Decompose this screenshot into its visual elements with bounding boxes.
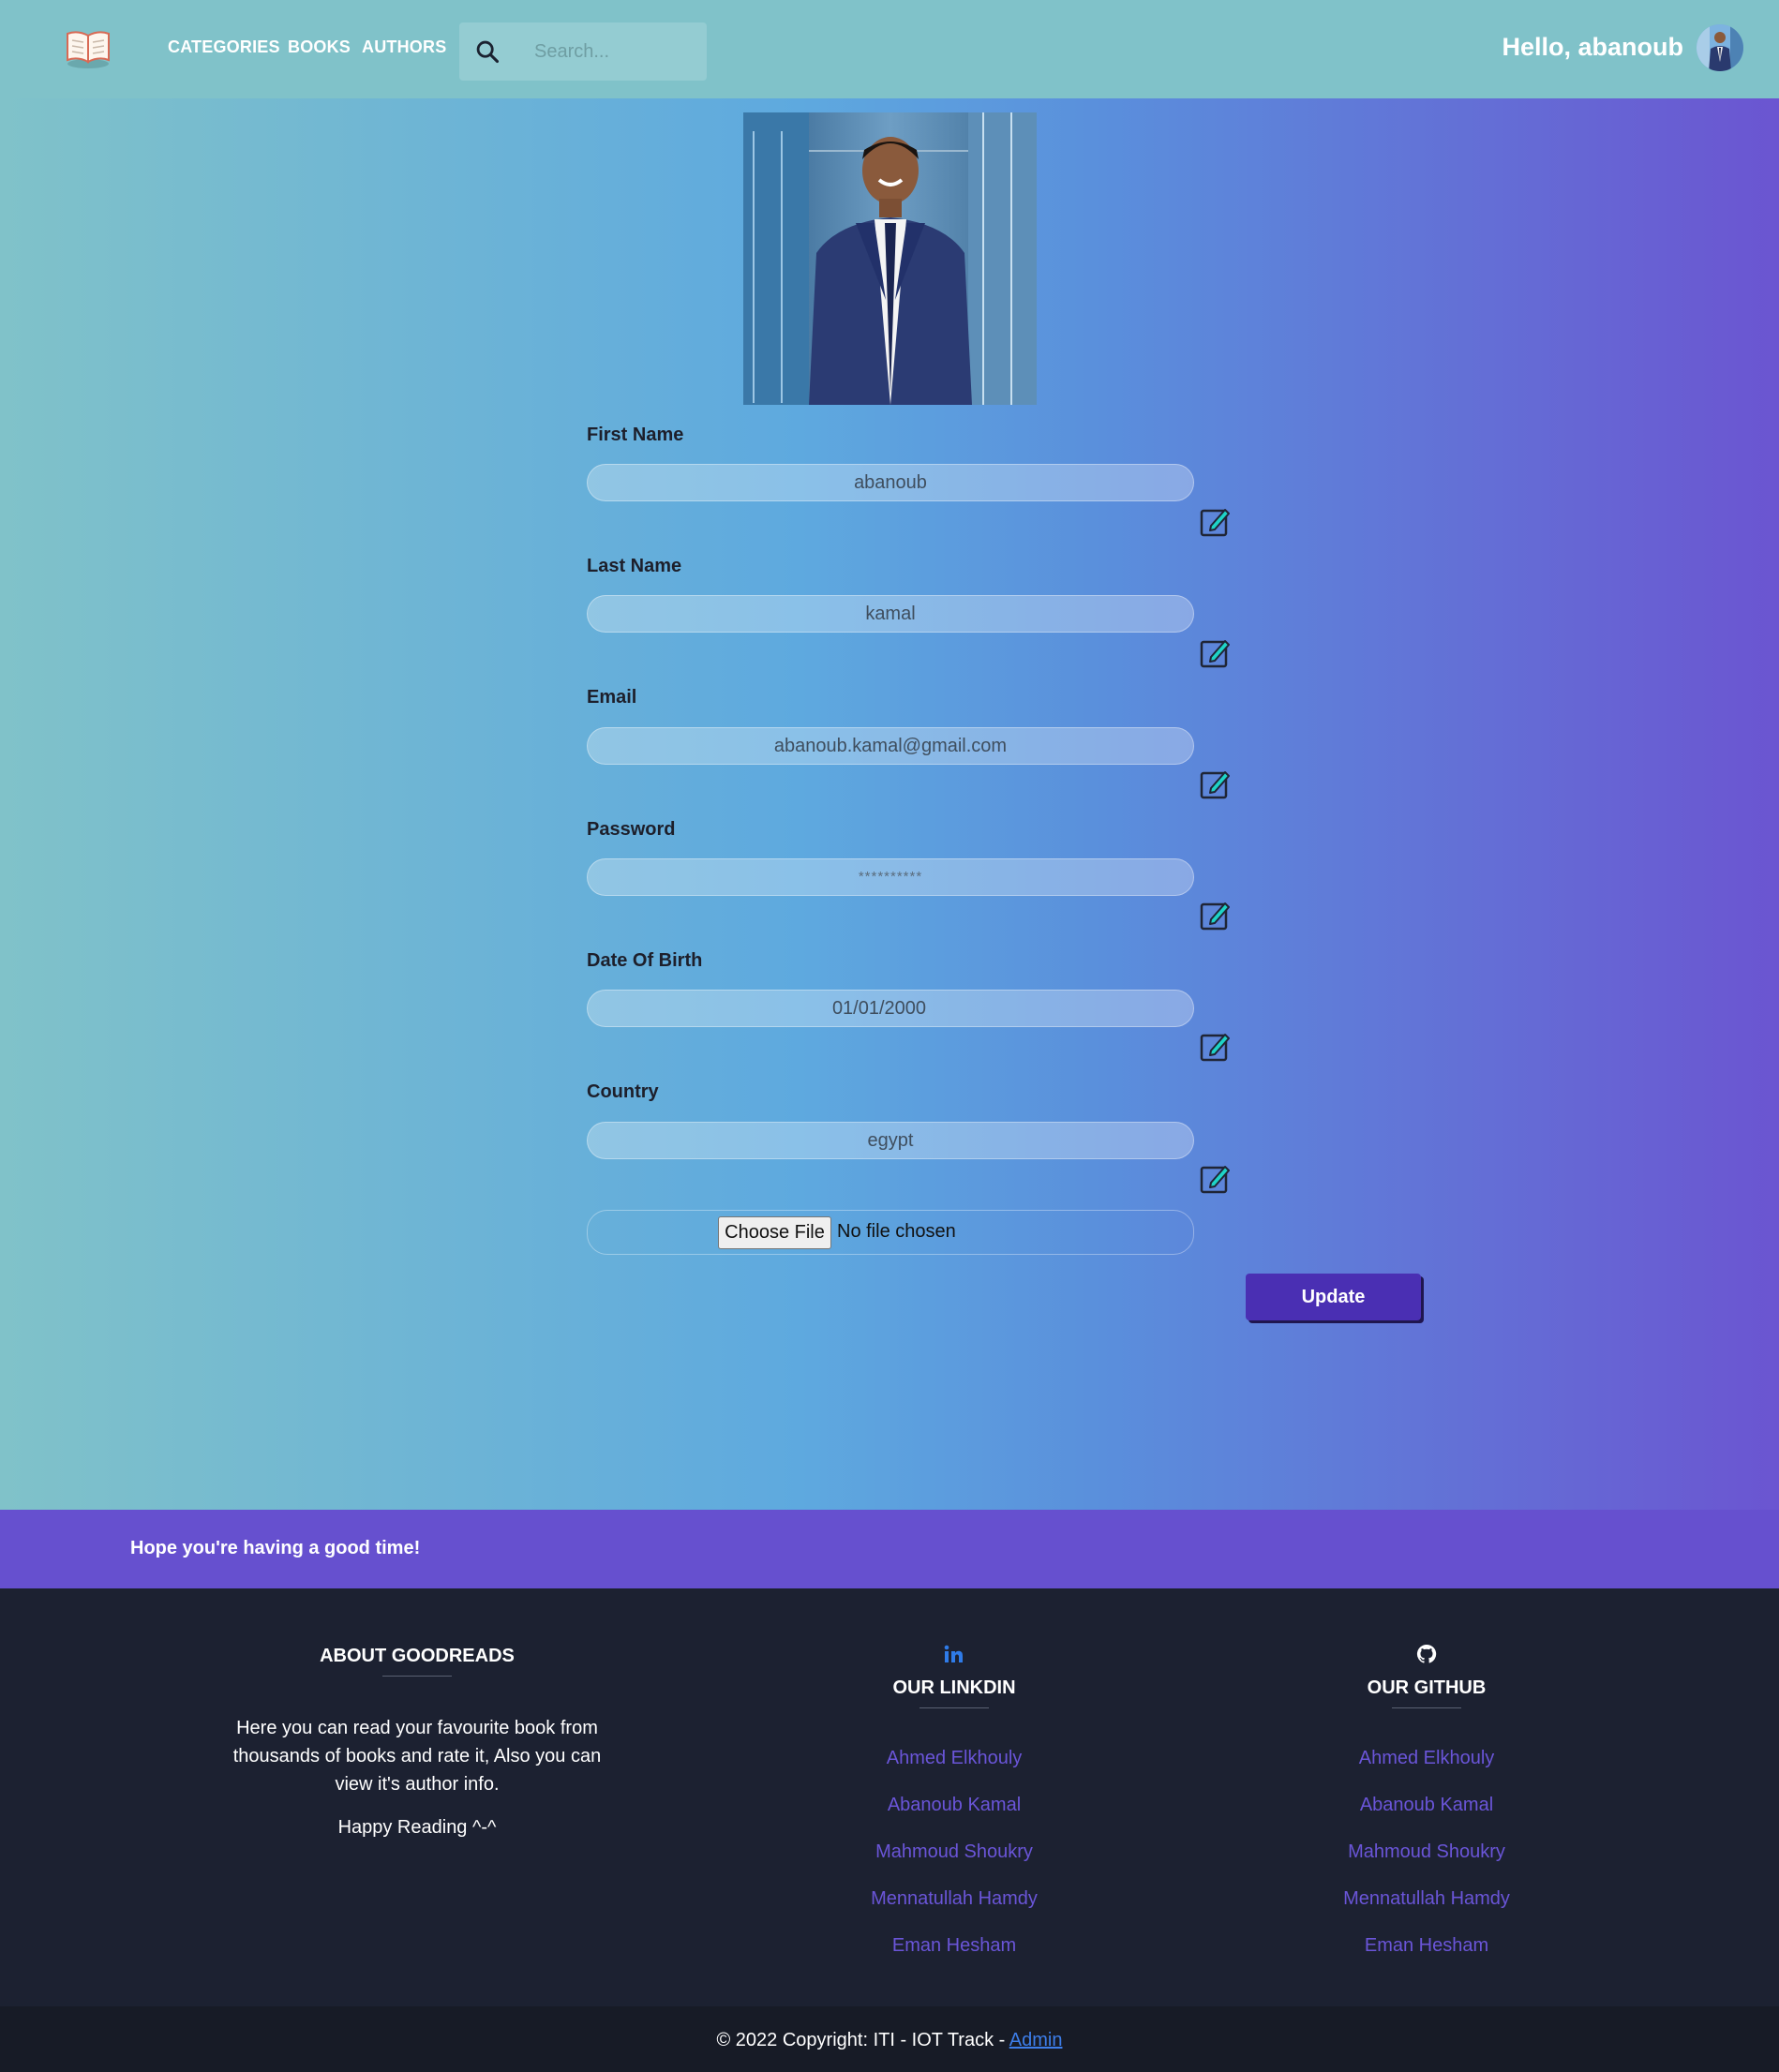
- avatar[interactable]: [1697, 24, 1743, 71]
- email-field[interactable]: abanoub.kamal@gmail.com: [587, 727, 1194, 765]
- github-title: OUR GITHUB: [1367, 1677, 1487, 1698]
- github-link-ahmed-elkhouly[interactable]: Ahmed Elkhouly: [1239, 1748, 1614, 1769]
- first-name-label: First Name: [587, 425, 684, 445]
- first-name-field[interactable]: abanoub: [587, 464, 1194, 501]
- github-divider: [1392, 1707, 1461, 1708]
- copyright-text: © 2022 Copyright: ITI - IOT Track -: [716, 2030, 1009, 2050]
- admin-link[interactable]: Admin: [1009, 2030, 1063, 2050]
- edit-password-icon[interactable]: [1200, 899, 1232, 931]
- nav-link-authors[interactable]: AUTHORS: [362, 37, 446, 57]
- github-link-abanoub-kamal[interactable]: Abanoub Kamal: [1239, 1795, 1614, 1816]
- linkedin-title: OUR LINKDIN: [892, 1677, 1016, 1698]
- nav-link-books[interactable]: BOOKS: [288, 37, 351, 57]
- update-button[interactable]: Update: [1246, 1274, 1421, 1320]
- user-greeting: Hello, abanoub: [1502, 33, 1683, 61]
- footer-banner: Hope you're having a good time!: [0, 1510, 1779, 1588]
- edit-country-icon[interactable]: [1200, 1162, 1232, 1194]
- linkedin-link-mahmoud-shoukry[interactable]: Mahmoud Shoukry: [767, 1841, 1142, 1863]
- country-field[interactable]: egypt: [587, 1122, 1194, 1159]
- edit-date-of-birth-icon[interactable]: [1200, 1030, 1232, 1062]
- last-name-field[interactable]: kamal: [587, 595, 1194, 633]
- photo-file-input: Choose File No file chosen: [587, 1210, 1194, 1255]
- date-of-birth-field[interactable]: 01/01/2000: [587, 990, 1194, 1027]
- linkedin-icon[interactable]: [942, 1643, 964, 1665]
- linkedin-link-mennatullah-hamdy[interactable]: Mennatullah Hamdy: [767, 1888, 1142, 1910]
- copyright-bar: © 2022 Copyright: ITI - IOT Track - Admi…: [0, 2006, 1779, 2072]
- password-field[interactable]: **********: [587, 858, 1194, 896]
- navbar: CATEGORIES BOOKS AUTHORS Hello, abanoub: [0, 0, 1779, 98]
- profile-section: First Name abanoub Last Name kamal Email…: [0, 98, 1779, 1510]
- linkedin-link-eman-hesham[interactable]: Eman Hesham: [767, 1935, 1142, 1957]
- linkedin-divider: [919, 1707, 989, 1708]
- search-icon[interactable]: [474, 38, 501, 65]
- choose-file-button[interactable]: Choose File: [718, 1216, 831, 1249]
- about-title: ABOUT GOODREADS: [320, 1646, 515, 1666]
- edit-first-name-icon[interactable]: [1200, 505, 1232, 537]
- about-text: Here you can read your favourite book fr…: [232, 1718, 602, 1795]
- country-label: Country: [587, 1081, 659, 1102]
- github-link-mahmoud-shoukry[interactable]: Mahmoud Shoukry: [1239, 1841, 1614, 1863]
- github-icon[interactable]: [1415, 1643, 1438, 1665]
- about-divider: [382, 1676, 452, 1677]
- about-closing: Happy Reading ^-^: [337, 1817, 497, 1838]
- edit-email-icon[interactable]: [1200, 768, 1232, 799]
- edit-last-name-icon[interactable]: [1200, 636, 1232, 668]
- last-name-label: Last Name: [587, 556, 682, 576]
- avatar-image: [1697, 24, 1743, 71]
- github-link-eman-hesham[interactable]: Eman Hesham: [1239, 1935, 1614, 1957]
- copyright: © 2022 Copyright: ITI - IOT Track - Admi…: [0, 2030, 1779, 2051]
- github-link-mennatullah-hamdy[interactable]: Mennatullah Hamdy: [1239, 1888, 1614, 1910]
- banner-text: Hope you're having a good time!: [130, 1538, 421, 1558]
- footer: ABOUT GOODREADS Here you can read your f…: [0, 1588, 1779, 2006]
- password-label: Password: [587, 819, 676, 840]
- search-input[interactable]: [534, 22, 703, 81]
- search-box: [459, 22, 707, 81]
- linkedin-link-abanoub-kamal[interactable]: Abanoub Kamal: [767, 1795, 1142, 1816]
- open-book-icon[interactable]: [64, 26, 112, 69]
- nav-link-categories[interactable]: CATEGORIES: [168, 37, 280, 57]
- file-status: No file chosen: [837, 1221, 956, 1242]
- linkedin-link-ahmed-elkhouly[interactable]: Ahmed Elkhouly: [767, 1748, 1142, 1769]
- date-of-birth-label: Date Of Birth: [587, 950, 703, 971]
- profile-photo: [743, 112, 1037, 405]
- email-label: Email: [587, 687, 637, 708]
